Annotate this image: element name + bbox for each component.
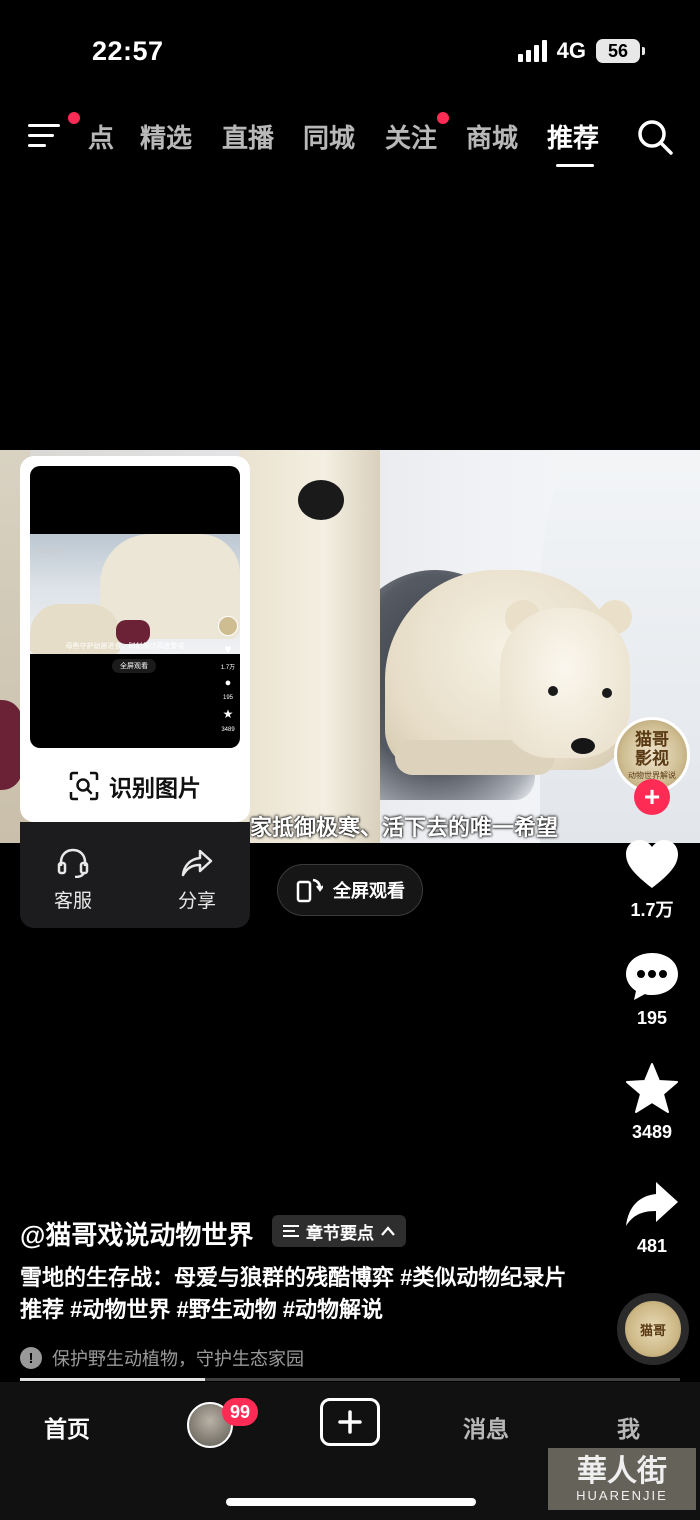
battery-icon: 56 <box>596 39 645 63</box>
video-thumbnail: 猫哥影视 母熊守护幼崽进食，时刻保持高度警戒 全屏观看 ♥ 1.7万 ● 195… <box>30 466 240 748</box>
list-icon <box>283 1225 299 1237</box>
tab-following[interactable]: 关注 <box>385 118 437 155</box>
share-label: 分享 <box>177 891 216 912</box>
friends-badge: 99 <box>222 1398 259 1426</box>
tab-live[interactable]: 直播 <box>222 118 274 155</box>
like-count: 1.7万 <box>630 900 674 920</box>
scan-search-icon <box>69 771 99 801</box>
follow-button[interactable]: + <box>634 779 670 815</box>
notice-text: 保护野生动植物，守护生态家园 <box>52 1349 304 1369</box>
info-icon: ! <box>20 1347 42 1369</box>
plus-icon <box>338 1410 362 1434</box>
following-notification-dot <box>437 112 449 124</box>
video-description: 雪地的生存战：母爱与狼群的残酷博弈 #类似动物纪录片推荐 #动物世界 #野生动物… <box>20 1265 567 1322</box>
video-adult-nose <box>298 480 344 520</box>
tab-nearby[interactable]: 同城 <box>303 118 355 155</box>
status-time: 22:57 <box>92 36 164 66</box>
thumbnail-fullscreen: 全屏观看 <box>112 659 156 673</box>
video-cub-eye <box>602 688 612 698</box>
video-cub-nose <box>571 738 595 754</box>
video-progress-fill <box>20 1378 205 1381</box>
customer-service-button[interactable]: 客服 <box>23 848 123 913</box>
thumbnail-star-icon: ★ <box>222 707 234 721</box>
tab-featured[interactable]: 精选 <box>140 118 192 155</box>
top-nav: 点 精选 直播 同城 关注 商城 推荐 <box>0 110 700 170</box>
tab-mall[interactable]: 商城 <box>466 118 518 155</box>
thumbnail-actions: ♥ 1.7万 ● 195 ★ 3489 <box>218 616 238 733</box>
chapter-points-button[interactable]: 章节要点 <box>272 1215 406 1247</box>
share-count: 481 <box>636 1236 668 1256</box>
star-icon <box>626 1063 678 1113</box>
headset-icon <box>57 848 89 878</box>
share-action[interactable]: 481 <box>606 1180 698 1257</box>
thumbnail-caption: 母熊守护幼崽进食，时刻保持高度警戒 <box>65 643 185 650</box>
thumbnail-heart-icon: ♥ <box>224 642 232 656</box>
music-disc-label: 猫哥 <box>639 1322 666 1338</box>
battery-level: 56 <box>607 40 629 61</box>
tab-partial[interactable]: 点 <box>88 118 114 155</box>
recognize-image-button[interactable]: 识别图片 <box>20 756 250 816</box>
thumbnail-avatar <box>218 616 238 636</box>
thumbnail-favorite-count: 3489 <box>221 727 235 733</box>
tab-messages[interactable]: 消息 <box>463 1410 509 1444</box>
favorite-count: 3489 <box>631 1122 673 1142</box>
watermark-logo-text: 華人街 <box>577 1453 667 1489</box>
chevron-up-icon <box>381 1226 395 1236</box>
tab-home[interactable]: 首页 <box>44 1410 90 1444</box>
avatar-text-1: 猫哥 <box>635 729 669 749</box>
home-indicator[interactable] <box>226 1498 476 1506</box>
signal-icon <box>517 40 547 62</box>
avatar-text-2: 影视 <box>635 748 669 768</box>
heart-icon <box>626 840 678 888</box>
watermark-latin-text: HUARENJIE <box>576 1487 668 1503</box>
video-prey <box>0 700 22 790</box>
menu-icon[interactable] <box>28 120 64 150</box>
thumbnail-comment-count: 195 <box>222 695 233 701</box>
site-watermark: 華人街 HUARENJIE <box>548 1448 696 1510</box>
thumbnail-watermark: 猫哥影视 <box>36 548 64 555</box>
popup-card: 猫哥影视 母熊守护幼崽进食，时刻保持高度警戒 全屏观看 ♥ 1.7万 ● 195… <box>20 456 250 822</box>
tab-me[interactable]: 我 <box>617 1410 640 1444</box>
share-arrow-icon <box>626 1182 678 1226</box>
author-name[interactable]: @猫哥戏说动物世界 <box>20 1215 253 1252</box>
fullscreen-label: 全屏观看 <box>333 881 405 901</box>
active-tab-indicator <box>556 164 594 167</box>
music-disc[interactable]: 猫哥 <box>617 1293 689 1365</box>
fullscreen-button[interactable]: 全屏观看 <box>277 864 423 916</box>
tab-recommended[interactable]: 推荐 <box>547 118 599 155</box>
video-cub-head <box>500 608 630 758</box>
share-panel-button[interactable]: 分享 <box>147 848 247 913</box>
thumbnail-like-count: 1.7万 <box>220 665 236 671</box>
menu-notification-dot <box>68 112 80 124</box>
share-icon <box>181 849 213 877</box>
rotate-screen-icon <box>296 878 323 903</box>
comment-count: 195 <box>636 1008 668 1028</box>
recognize-image-label: 识别图片 <box>109 775 201 801</box>
comment-icon <box>626 953 678 1000</box>
status-indicators: 4G 56 <box>517 38 645 64</box>
network-type: 4G <box>556 38 586 63</box>
chapter-points-label: 章节要点 <box>306 1223 374 1243</box>
customer-service-label: 客服 <box>53 891 92 912</box>
create-button[interactable] <box>320 1398 380 1446</box>
video-progress-bar[interactable] <box>20 1378 680 1381</box>
favorite-action[interactable]: 3489 <box>606 1062 698 1143</box>
video-cub-eye <box>548 686 558 696</box>
notice-banner: ! 保护野生动植物，守护生态家园 <box>20 1345 304 1371</box>
search-icon[interactable] <box>636 118 674 156</box>
like-action[interactable]: 1.7万 <box>606 838 698 922</box>
comment-action[interactable]: 195 <box>606 950 698 1029</box>
thumbnail-comment-icon: ● <box>224 677 232 689</box>
action-panel: 客服 分享 <box>20 822 250 928</box>
